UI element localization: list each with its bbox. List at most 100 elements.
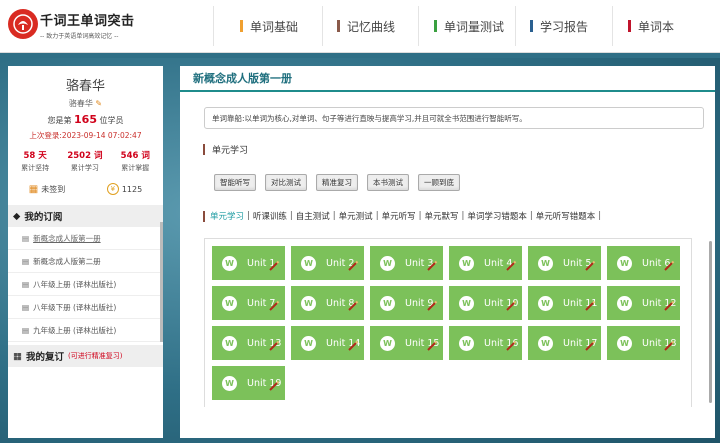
unit-grid-scrollbar[interactable]	[709, 241, 712, 403]
review-tip: (可进行精准复习)	[68, 352, 123, 360]
edit-icon[interactable]: ✎	[95, 99, 102, 108]
unit-tile[interactable]: W Unit 12	[607, 286, 680, 320]
book-label: 八年级下册 (译林出版社)	[33, 302, 117, 312]
tab-unit-test[interactable]: 单元测试	[339, 210, 373, 222]
unit-tile[interactable]: W Unit 9	[370, 286, 443, 320]
unit-tile[interactable]: W Unit 14	[291, 326, 364, 360]
stat-days: 58 天 累计坚持	[21, 149, 49, 173]
unit-tile[interactable]: W Unit 16	[449, 326, 522, 360]
book-item[interactable]: ▤ 新概念成人版第二册	[8, 250, 163, 273]
pencil-icon	[427, 340, 438, 351]
w-logo-icon: W	[459, 295, 474, 311]
action-buttons: 智能听写 对比测试 精准复习 本书测试 一顾到底	[214, 174, 715, 191]
nav-vocab-test[interactable]: 单词量测试	[434, 0, 504, 52]
unit-tile[interactable]: W Unit 11	[528, 286, 601, 320]
nav-marker	[434, 20, 437, 32]
tab-unit-dictation[interactable]: 单元听写	[382, 210, 416, 222]
subscriptions-header: ◆ 我的订阅	[8, 205, 163, 227]
unit-tile[interactable]: W Unit 8	[291, 286, 364, 320]
compare-test-button[interactable]: 对比测试	[265, 174, 307, 191]
nav-marker	[628, 20, 631, 32]
smart-dictation-button[interactable]: 智能听写	[214, 174, 256, 191]
nav-label: 单词基础	[250, 19, 299, 34]
brand-logo-icon[interactable]	[8, 9, 38, 39]
unit-tile[interactable]: W Unit 10	[449, 286, 522, 320]
main-panel: 新概念成人版第一册 单词靠船:以单词为核心,对单词、句子等进行直映与提高学习,并…	[180, 66, 715, 438]
pencil-icon	[585, 260, 596, 271]
tab-unit-writing[interactable]: 单元默写	[424, 210, 458, 222]
nav-word-basics[interactable]: 单词基础	[240, 0, 298, 52]
unit-tile[interactable]: W Unit 19	[212, 366, 285, 400]
stat-mastered: 546 词 累计掌握	[121, 149, 150, 173]
book-label: 新概念成人版第一册	[33, 233, 101, 243]
rank-suffix: 位学员	[99, 116, 124, 125]
user-name-edit[interactable]: 骆春华 ✎	[8, 98, 163, 109]
unit-tile[interactable]: W Unit 1	[212, 246, 285, 280]
unit-tile[interactable]: W Unit 5	[528, 246, 601, 280]
nav-marker	[530, 20, 533, 32]
book-item[interactable]: ▤ 八年级上册 (译林出版社)	[8, 273, 163, 296]
nav-memory-curve[interactable]: 记忆曲线	[337, 0, 395, 52]
user-rank: 您是第 165 位学员	[8, 113, 163, 126]
book-title: 新概念成人版第一册	[180, 66, 715, 92]
pencil-icon	[269, 300, 280, 311]
unit-tile[interactable]: W Unit 13	[212, 326, 285, 360]
book-item[interactable]: ▤ 八年级下册 (译林出版社)	[8, 296, 163, 319]
top-header: 千词王单词突击 -- 致力于英语单词高效记忆 -- 单词基础 记忆曲线 单词量测…	[0, 0, 720, 53]
tag-icon: ◆	[13, 210, 21, 222]
unit-tile[interactable]: W Unit 17	[528, 326, 601, 360]
pencil-icon	[664, 340, 675, 351]
unit-tabs: 单元学习 | 听课训练 | 自主测试 | 单元测试 | 单元听写 | 单元默写 | 单词学习…	[203, 210, 715, 222]
tab-unit-study[interactable]: 单元学习	[210, 210, 244, 222]
w-logo-icon: W	[459, 255, 474, 271]
tab-self-test[interactable]: 自主测试	[296, 210, 330, 222]
pencil-icon	[585, 300, 596, 311]
nav-study-report[interactable]: 学习报告	[530, 0, 588, 52]
user-name: 骆春华	[65, 79, 105, 94]
w-logo-icon: W	[222, 375, 237, 391]
unit-tile[interactable]: W Unit 15	[370, 326, 443, 360]
pencil-icon	[348, 300, 359, 311]
book-item[interactable]: ▤ 九年级上册 (译林出版社)	[8, 319, 163, 342]
nav-label: 单词本	[638, 19, 675, 34]
review-header[interactable]: ▦ 我的复订 (可进行精准复习)	[8, 345, 163, 367]
nav-marker	[240, 20, 243, 32]
nav-wordbook[interactable]: 单词本	[628, 0, 674, 52]
w-logo-icon: W	[301, 335, 316, 351]
tab-word-mistakes[interactable]: 单词学习错题本	[467, 210, 527, 222]
tabs-marker	[203, 210, 205, 222]
all-through-button[interactable]: 一顾到底	[418, 174, 460, 191]
coin-balance: ¥ 1125	[106, 183, 142, 195]
pencil-icon	[664, 260, 675, 271]
book-test-button[interactable]: 本书测试	[367, 174, 409, 191]
pencil-icon	[506, 340, 517, 351]
user-stats: 58 天 累计坚持 2502 词 累计学习 546 词 累计掌握	[8, 149, 163, 173]
tab-dictation-mistakes[interactable]: 单元听写错题本	[536, 210, 596, 222]
unit-tile[interactable]: W Unit 7	[212, 286, 285, 320]
unit-tile[interactable]: W Unit 2	[291, 246, 364, 280]
pencil-icon	[427, 260, 438, 271]
sidebar-scrollbar[interactable]	[160, 222, 163, 342]
brand-title: 千词王单词突击	[40, 14, 135, 29]
pencil-icon	[348, 340, 359, 351]
tab-listening[interactable]: 听课训练	[253, 210, 287, 222]
nav-divider	[418, 6, 419, 46]
book-label: 新概念成人版第二册	[33, 256, 101, 266]
book-item[interactable]: ▤ 新概念成人版第一册	[8, 227, 163, 250]
unit-tile[interactable]: W Unit 3	[370, 246, 443, 280]
profile-panel: 骆春华 骆春华 ✎ 您是第 165 位学员 上次登录:2023-09-14 07…	[8, 66, 163, 438]
w-logo-icon: W	[222, 295, 237, 311]
unit-tile[interactable]: W Unit 6	[607, 246, 680, 280]
stat-label: 累计掌握	[121, 164, 150, 172]
checkin-button[interactable]: ▦ 未签到	[29, 184, 65, 195]
unit-tile[interactable]: W Unit 18	[607, 326, 680, 360]
stat-learned: 2502 词 累计学习	[67, 149, 102, 173]
w-logo-icon: W	[222, 255, 237, 271]
w-logo-icon: W	[301, 255, 316, 271]
book-icon: ▤	[22, 279, 30, 289]
brand-subtitle: -- 致力于英语单词高效记忆 --	[40, 33, 119, 40]
stat-value: 2502 词	[67, 151, 103, 161]
unit-tile[interactable]: W Unit 4	[449, 246, 522, 280]
checkin-label: 未签到	[41, 184, 66, 194]
precise-review-button[interactable]: 精准复习	[316, 174, 358, 191]
